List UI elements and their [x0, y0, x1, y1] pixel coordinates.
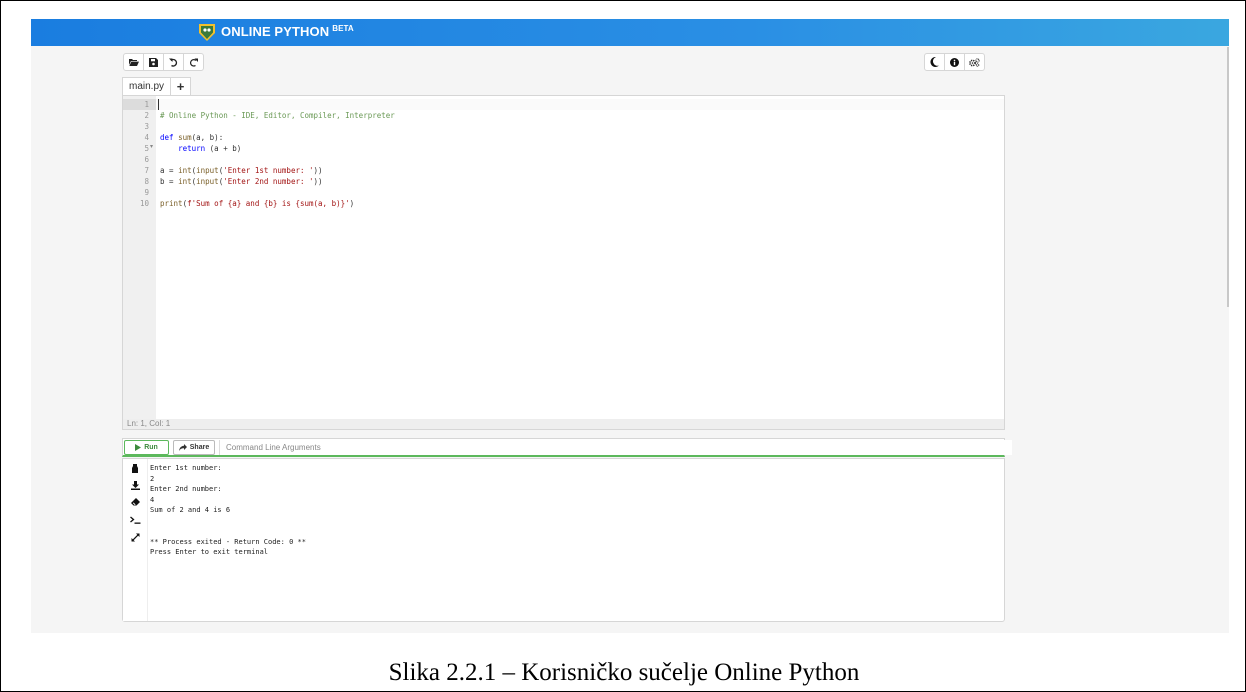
line-number: 8 — [144, 177, 149, 186]
top-banner: ONLINE PYTHON BETA — [31, 19, 1229, 46]
cursor-position-status: Ln: 1, Col: 1 — [123, 419, 1004, 429]
view-toolbar — [924, 53, 985, 71]
share-button-label: Share — [189, 444, 210, 451]
file-toolbar — [123, 53, 204, 71]
line-number: 6 — [144, 155, 149, 164]
redo-icon — [189, 58, 198, 67]
line-number: 2 — [144, 111, 149, 120]
run-button-label: Run — [144, 444, 158, 451]
code-line: print(f'Sum of {a} and {b} is {sum(a, b)… — [160, 199, 355, 208]
save-icon — [149, 57, 158, 67]
add-file-tab-button[interactable]: + — [170, 77, 192, 95]
line-number: 1 — [144, 100, 149, 109]
code-line: # Online Python - IDE, Editor, Compiler,… — [160, 111, 395, 120]
command-line-arguments-input[interactable] — [219, 440, 1012, 455]
action-bar: Run Share — [122, 438, 1012, 457]
info-button[interactable] — [944, 53, 965, 71]
terminal-output: Enter 1st number: 2 Enter 2nd number: 4 Sum … — [150, 463, 306, 558]
undo-button[interactable] — [163, 53, 184, 71]
info-icon — [950, 57, 959, 67]
browser-screen: ONLINE PYTHON BETA main.py + 1 2 3 4 5 6… — [31, 19, 1229, 633]
output-line: 4 — [150, 495, 155, 504]
output-line: Enter 2nd number: — [150, 485, 222, 493]
code-line: b = int(input('Enter 2nd number: ')) — [160, 177, 323, 186]
line-numbers: 1 2 3 4 5 6 7 8 9 10 — [123, 99, 149, 209]
save-button[interactable] — [143, 53, 164, 71]
code-content: # Online Python - IDE, Editor, Compiler,… — [160, 99, 395, 209]
terminal-button[interactable] — [129, 514, 141, 526]
python-logo-icon — [199, 24, 215, 41]
file-tabs: main.py + — [122, 77, 192, 95]
terminal-panel[interactable]: Enter 1st number: 2 Enter 2nd number: 4 Sum … — [122, 458, 1005, 622]
output-line: 2 — [150, 474, 155, 483]
figure-caption: Slika 2.2.1 – Korisničko sučelje Online … — [388, 659, 860, 686]
figure-frame: ONLINE PYTHON BETA main.py + 1 2 3 4 5 6… — [0, 0, 1246, 692]
beta-badge: BETA — [332, 24, 354, 33]
share-button[interactable]: Share — [173, 440, 215, 455]
stop-icon — [132, 463, 138, 473]
code-line: a = int(input('Enter 1st number: ')) — [160, 166, 323, 175]
run-button[interactable]: Run — [124, 440, 169, 455]
expand-button[interactable] — [129, 531, 141, 543]
moon-icon — [930, 57, 939, 67]
dark-mode-button[interactable] — [924, 53, 945, 71]
stop-button[interactable] — [129, 462, 141, 474]
line-number: 10 — [139, 199, 149, 208]
code-line: def sum(a, b): — [160, 133, 224, 142]
open-folder-button[interactable] — [123, 53, 144, 71]
app-title-text: ONLINE PYTHON — [221, 24, 330, 39]
redo-button[interactable] — [183, 53, 204, 71]
code-editor[interactable]: 1 2 3 4 5 6 7 8 9 10 ▾ # Online Python -… — [122, 95, 1005, 430]
output-line: ** Process exited - Return Code: 0 ** — [150, 537, 306, 546]
download-icon — [130, 480, 140, 490]
line-number: 3 — [144, 122, 149, 131]
output-line: Press Enter to exit terminal — [150, 548, 269, 556]
tab-main-py[interactable]: main.py — [122, 77, 172, 95]
terminal-sidebar — [123, 459, 148, 621]
download-button[interactable] — [129, 479, 141, 491]
code-line: return (a + b) — [178, 144, 242, 153]
page-scrollbar[interactable] — [1227, 47, 1229, 307]
line-number: 4 — [144, 133, 149, 142]
output-line: Enter 1st number: — [150, 464, 222, 472]
line-number: 7 — [144, 166, 149, 175]
fold-arrow-icon[interactable]: ▾ — [150, 143, 153, 150]
folder-open-icon — [128, 59, 139, 66]
play-icon — [135, 444, 142, 451]
line-number: 5 — [144, 144, 149, 153]
expand-icon — [131, 533, 139, 541]
clear-button[interactable] — [129, 496, 141, 508]
terminal-icon — [129, 516, 140, 524]
settings-button[interactable] — [964, 53, 985, 71]
text-cursor — [158, 99, 159, 110]
output-line: Sum of 2 and 4 is 6 — [150, 506, 231, 514]
gears-icon — [969, 57, 980, 67]
share-icon — [178, 444, 187, 451]
eraser-icon — [130, 498, 140, 506]
line-number: 9 — [144, 188, 149, 197]
app-title: ONLINE PYTHON BETA — [221, 24, 354, 39]
undo-icon — [169, 58, 178, 67]
